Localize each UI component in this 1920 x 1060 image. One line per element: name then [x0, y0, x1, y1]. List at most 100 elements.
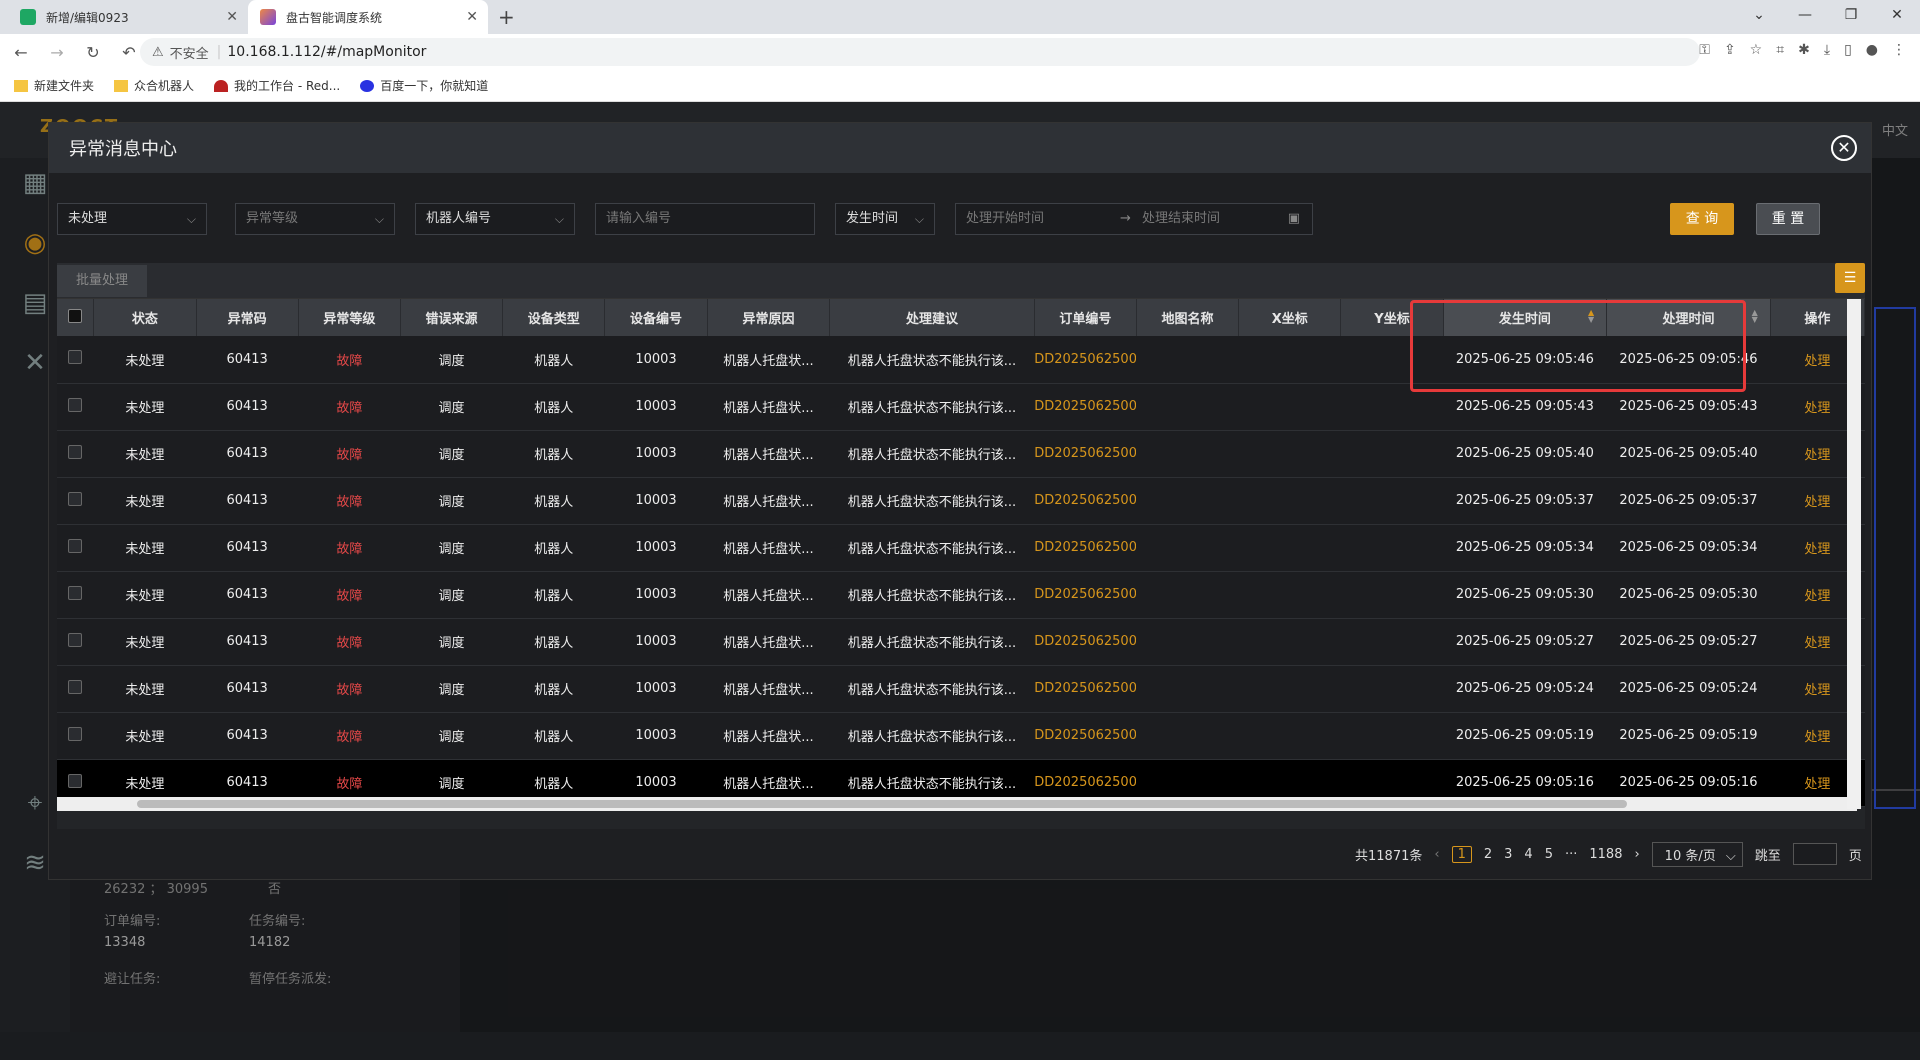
cell-handle: 2025-06-25 09:05:37 [1606, 477, 1771, 525]
sort-icon[interactable]: ▲ ▼ [1752, 309, 1758, 324]
page-size-select[interactable]: 10 条/页 ⌵ [1651, 841, 1743, 867]
browser-tab-1[interactable]: 新增/编辑0923 ✕ [8, 0, 248, 34]
date-range-picker[interactable]: 处理开始时间 → 处理结束时间 ▣ [955, 203, 1313, 235]
row-checkbox[interactable] [68, 397, 83, 412]
batch-process-button[interactable]: 批量处理 [57, 265, 147, 297]
row-checkbox[interactable] [68, 491, 83, 506]
col-header-handle-time[interactable]: 处理时间 ▲ ▼ [1606, 299, 1771, 336]
cell-order: DD20250625000 [1034, 524, 1137, 572]
row-checkbox[interactable] [68, 350, 83, 365]
close-icon[interactable]: ✕ [226, 9, 238, 25]
download-icon[interactable]: ⤓ [1824, 42, 1830, 58]
row-checkbox[interactable] [68, 538, 83, 553]
row-checkbox-cell[interactable] [57, 336, 94, 384]
cell-order: DD20250625000 [1034, 712, 1137, 760]
page-number[interactable]: 4 [1524, 847, 1532, 862]
time-type-select[interactable]: 发生时间 ⌵ [835, 203, 935, 235]
robot-number-select[interactable]: 机器人编号 ⌵ [415, 203, 575, 235]
cell-reason: 机器人托盘状... [707, 336, 830, 384]
row-checkbox[interactable] [68, 773, 83, 788]
close-window-icon[interactable]: ✕ [1874, 0, 1920, 30]
cell-code: 60413 [196, 571, 299, 619]
cell-level: 故障 [298, 336, 401, 384]
cell-occur: 2025-06-25 09:05:27 [1443, 618, 1607, 666]
select-all-header[interactable] [57, 299, 95, 336]
row-checkbox[interactable] [68, 585, 83, 600]
key-icon[interactable]: ⚿ [1699, 42, 1710, 58]
col-header-occur-time[interactable]: 发生时间 ▲ ▼ [1443, 299, 1608, 336]
vertical-scrollbar[interactable] [1847, 299, 1861, 809]
folder-icon [14, 79, 28, 92]
horizontal-scrollbar[interactable] [57, 797, 1857, 811]
row-checkbox-cell[interactable] [57, 618, 94, 666]
row-checkbox[interactable] [68, 679, 83, 694]
row-checkbox-cell[interactable] [57, 665, 94, 713]
cell-x [1238, 430, 1341, 478]
row-checkbox[interactable] [68, 726, 83, 741]
new-tab-icon[interactable]: + [498, 5, 515, 29]
page-number[interactable]: 5 [1545, 847, 1553, 862]
status-select[interactable]: 未处理 ⌵ [57, 203, 207, 235]
col-header-label: 处理时间 [1662, 312, 1715, 327]
page-number-last[interactable]: 1188 [1589, 847, 1622, 862]
table-toolbar: 批量处理 ☰ [57, 263, 1865, 299]
col-header: 处理建议 [829, 299, 1035, 336]
row-checkbox-cell[interactable] [57, 712, 94, 760]
cell-reason: 机器人托盘状... [707, 477, 830, 525]
scrollbar-thumb[interactable] [137, 800, 1627, 808]
page-number[interactable]: 3 [1504, 847, 1512, 862]
cell-device-no: 10003 [604, 712, 708, 760]
row-checkbox[interactable] [68, 632, 83, 647]
col-header: 设备类型 [502, 299, 606, 336]
share-icon[interactable]: ⇪ [1724, 42, 1736, 58]
cell-y [1340, 430, 1444, 478]
close-icon[interactable]: ✕ [466, 9, 478, 25]
cell-order: DD20250625000 [1034, 665, 1137, 713]
menu-icon[interactable]: ⋮ [1892, 42, 1906, 58]
row-checkbox-cell[interactable] [57, 430, 94, 478]
crop-icon[interactable]: ⌗ [1776, 42, 1784, 58]
reset-button[interactable]: 重 置 [1756, 203, 1820, 235]
row-checkbox[interactable] [68, 444, 83, 459]
url-text: 10.168.1.112/#/mapMonitor [227, 44, 427, 60]
cell-x [1238, 383, 1341, 431]
cell-occur: 2025-06-25 09:05:19 [1443, 712, 1607, 760]
cell-level: 故障 [298, 618, 401, 666]
jump-page-input[interactable] [1792, 843, 1837, 865]
page-number[interactable]: 2 [1484, 847, 1492, 862]
number-input[interactable]: 请输入编号 [595, 203, 815, 235]
back-icon[interactable]: ← [6, 43, 36, 62]
minimize-icon[interactable]: — [1782, 0, 1828, 30]
restore-icon[interactable]: ❐ [1828, 0, 1874, 30]
column-settings-icon[interactable]: ☰ [1835, 263, 1865, 293]
url-field[interactable]: ⚠ 不安全 | 10.168.1.112/#/mapMonitor [140, 38, 1700, 66]
page-ellipsis[interactable]: ··· [1565, 847, 1577, 862]
row-checkbox-cell[interactable] [57, 383, 94, 431]
sidebar-icon[interactable]: ▯ [1844, 42, 1852, 58]
select-all-checkbox[interactable] [68, 308, 83, 323]
browser-tab-2[interactable]: 盘古智能调度系统 ✕ [248, 0, 488, 34]
row-checkbox-cell[interactable] [57, 571, 94, 619]
row-checkbox-cell[interactable] [57, 524, 94, 572]
bookmark-folder[interactable]: 新建文件夹 [14, 77, 94, 94]
row-checkbox-cell[interactable] [57, 477, 94, 525]
cell-device-type: 机器人 [502, 524, 605, 572]
page-number[interactable]: 1 [1451, 845, 1472, 863]
bookmark-redmine[interactable]: 我的工作台 - Red... [214, 77, 340, 94]
bookmark-folder[interactable]: 众合机器人 [114, 77, 194, 94]
next-page-icon[interactable]: › [1634, 847, 1639, 862]
profile-icon[interactable]: ● [1866, 42, 1878, 58]
reload-icon[interactable]: ↻ [78, 43, 108, 62]
cell-device-type: 机器人 [502, 571, 605, 619]
level-select[interactable]: 异常等级 ⌵ [235, 203, 395, 235]
close-icon[interactable]: ✕ [1831, 135, 1857, 161]
bookmark-baidu[interactable]: 百度一下，你就知道 [360, 77, 488, 94]
query-button[interactable]: 查 询 [1670, 203, 1734, 235]
forward-icon[interactable]: → [42, 43, 72, 62]
prev-page-icon[interactable]: ‹ [1434, 847, 1439, 862]
extension-icon[interactable]: ✱ [1798, 42, 1810, 58]
chevron-down-icon[interactable]: ⌄ [1736, 0, 1782, 30]
cell-level: 故障 [298, 712, 401, 760]
star-icon[interactable]: ☆ [1750, 42, 1763, 58]
sort-icon[interactable]: ▲ ▼ [1588, 309, 1594, 324]
